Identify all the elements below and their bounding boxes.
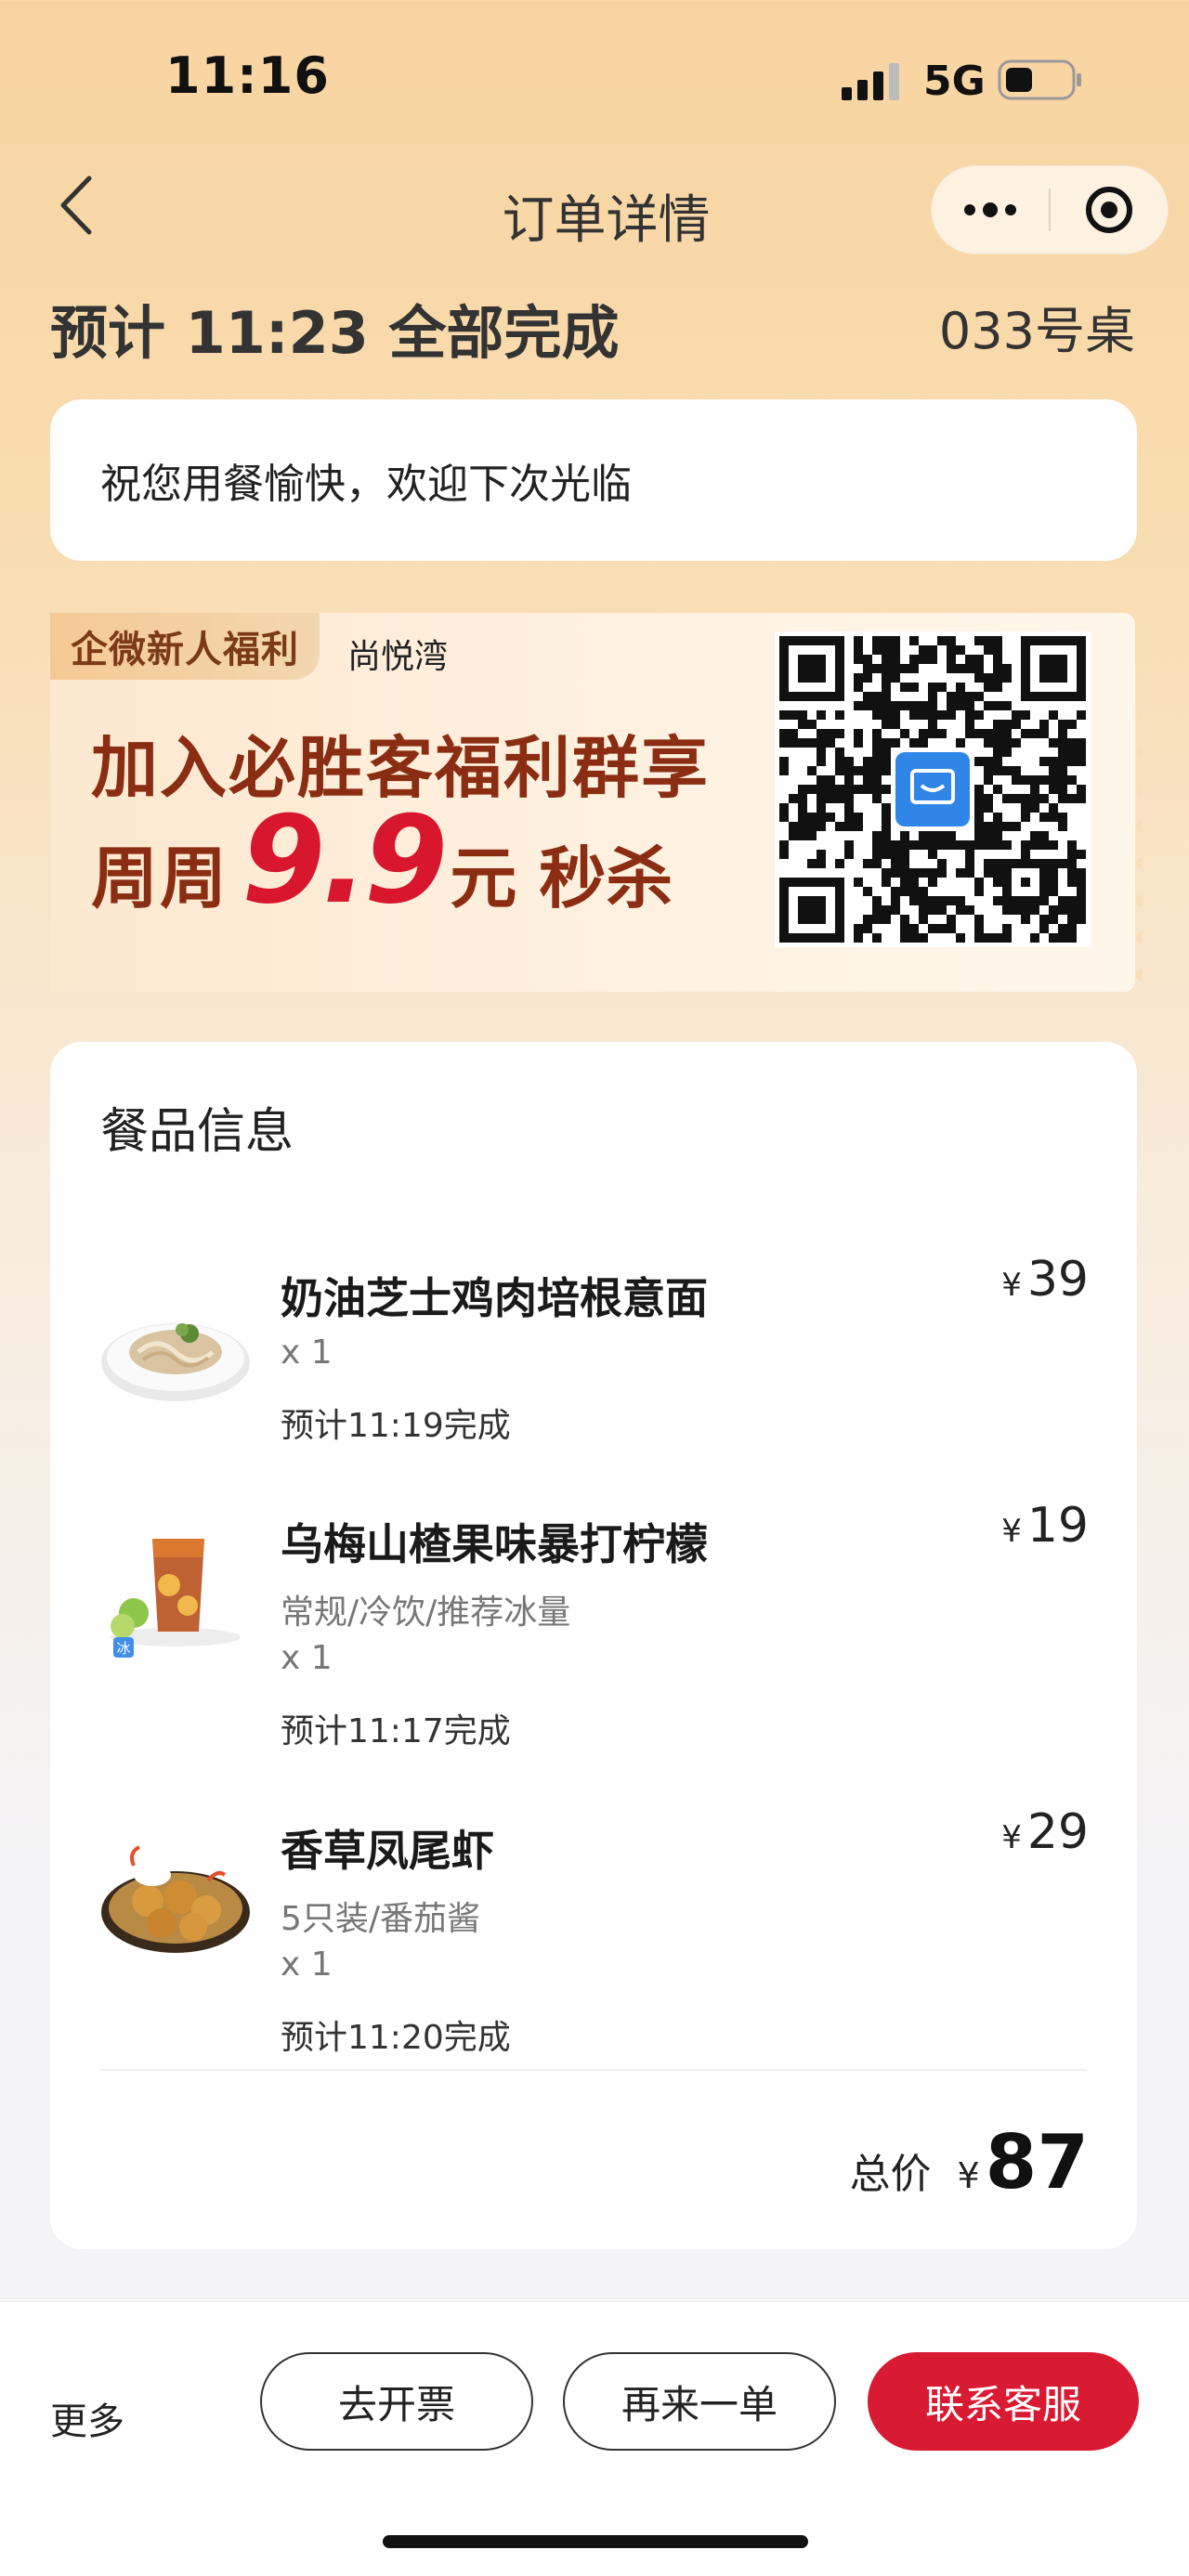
status-time: 11:16 [165, 46, 330, 105]
item-price: ¥ 29 [1001, 1804, 1089, 1860]
item-name: 乌梅山楂果味暴打柠檬 [281, 1519, 708, 1569]
fried-shrimp-icon [101, 1845, 250, 1953]
invoice-button[interactable]: 去开票 [260, 2352, 533, 2451]
greeting-text: 祝您用餐愉快，欢迎下次光临 [100, 461, 632, 508]
mini-program-capsule [931, 165, 1169, 254]
item-price: ¥ 19 [1001, 1498, 1089, 1554]
total-label: 总价 [849, 2151, 932, 2198]
item-quantity: x 1 [281, 1334, 333, 1372]
network-type: 5G [923, 58, 986, 105]
qr-code-icon[interactable] [775, 631, 1091, 947]
banner-offer-prefix: 周周 [91, 839, 229, 917]
item-price-currency: ¥ [1001, 1819, 1022, 1856]
pasta-icon [101, 1323, 250, 1401]
item-quantity: x 1 [281, 1945, 333, 1984]
banner-offer: 周周 9.9 元 秒杀 [91, 789, 673, 930]
item-name: 香草凤尾虾 [281, 1826, 494, 1876]
order-total: 总价 ¥ 87 [849, 2119, 1089, 2205]
item-quantity: x 1 [281, 1639, 333, 1677]
item-eta: 预计11:20完成 [281, 2019, 511, 2057]
item-price-currency: ¥ [1001, 1267, 1022, 1304]
reorder-button[interactable]: 再来一单 [563, 2352, 836, 2451]
home-indicator[interactable] [383, 2535, 808, 2548]
item-spec: 常规/冷饮/推荐冰量 [281, 1594, 571, 1632]
item-eta: 预计11:17完成 [281, 1712, 511, 1750]
item-name: 奶油芝士鸡肉培根意面 [281, 1273, 708, 1323]
banner-offer-price: 9.9 [242, 789, 448, 930]
list-item: 香草凤尾虾 ¥ 29 5只装/番茄酱 x 1 预计11:20完成 [50, 1771, 1137, 2057]
item-price-value: 19 [1026, 1498, 1089, 1554]
close-target-icon[interactable] [1051, 187, 1168, 233]
banner-offer-unit: 元 [450, 839, 517, 917]
item-spec: 5只装/番茄酱 [281, 1900, 481, 1938]
battery-icon [998, 59, 1081, 100]
contact-service-button[interactable]: 联系客服 [868, 2352, 1139, 2451]
banner-store-name: 尚悦湾 [347, 638, 449, 676]
item-price-currency: ¥ [1001, 1513, 1022, 1550]
iced-drink-icon: 冰 [111, 1539, 241, 1658]
signal-icon [842, 63, 899, 100]
banner-tag: 企微新人福利 [50, 613, 320, 680]
banner-offer-suffix: 秒杀 [539, 839, 673, 917]
total-currency: ¥ [957, 2155, 980, 2196]
more-link[interactable]: 更多 [50, 2391, 124, 2445]
list-item: 冰 乌梅山楂果味暴打柠檬 ¥ 19 常规/冷饮/推荐冰量 x 1 预计11:17… [50, 1464, 1137, 1750]
item-price: ¥ 39 [1001, 1252, 1089, 1308]
ice-badge: 冰 [116, 1640, 130, 1657]
items-card: 餐品信息 奶油芝士鸡肉培根意面 ¥ 39 x 1 预计11:19完成 冰 乌梅山… [50, 1042, 1137, 2249]
items-divider [100, 2069, 1087, 2071]
total-value: 87 [985, 2119, 1089, 2205]
greeting-card: 祝您用餐愉快，欢迎下次光临 [50, 399, 1137, 561]
order-eta: 预计 11:23 全部完成 [50, 299, 620, 367]
table-number: 033号桌 [938, 302, 1135, 360]
item-eta: 预计11:19完成 [281, 1407, 511, 1445]
item-price-value: 39 [1026, 1252, 1089, 1308]
list-item: 奶油芝士鸡肉培根意面 ¥ 39 x 1 预计11:19完成 [50, 1218, 1137, 1497]
more-dots-icon[interactable] [932, 202, 1049, 217]
ticket-edge [1136, 634, 1143, 982]
item-price-value: 29 [1026, 1804, 1089, 1860]
items-section-title: 餐品信息 [100, 1104, 294, 1160]
wecom-promo-banner[interactable]: 企微新人福利 尚悦湾 加入必胜客福利群享 周周 9.9 元 秒杀 [50, 613, 1143, 992]
